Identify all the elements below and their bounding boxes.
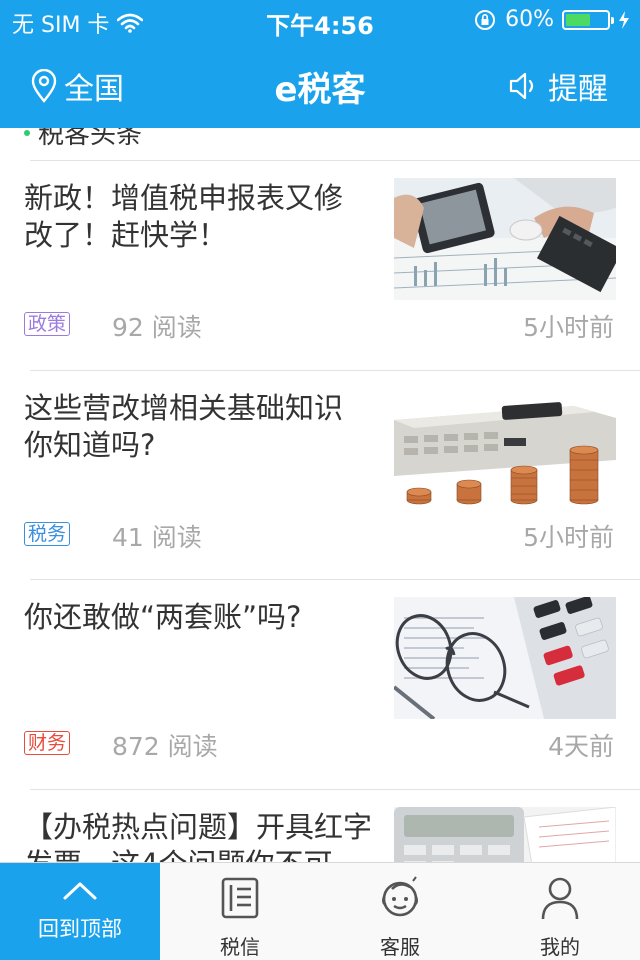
section-dot xyxy=(24,129,30,136)
calculator-coins-image xyxy=(394,388,616,510)
section-title: 税客头条 xyxy=(38,128,143,150)
newspaper-icon xyxy=(221,877,259,919)
tablet-finance-image xyxy=(394,178,616,300)
article-time: 5小时前 xyxy=(523,313,614,342)
article-thumbnail xyxy=(394,807,616,862)
article-item[interactable]: 这些营改增相关基础知识你知道吗? 税务 41 阅读 5小时前 xyxy=(0,370,640,580)
article-tag[interactable]: 财务 xyxy=(24,731,71,755)
article-item[interactable]: 【办税热点问题】开具红字发票，这4个问题你不可 xyxy=(0,789,640,862)
news-feed[interactable]: 税客头条 新政！增值税申报表又修改了！赶快学！ 政策 92 阅读 5小时前 这些… xyxy=(0,128,640,862)
article-read-count: 872 阅读 xyxy=(112,732,218,761)
article-time: 5小时前 xyxy=(523,523,614,552)
article-time: 4天前 xyxy=(548,732,614,761)
remind-button[interactable]: 提醒 xyxy=(508,64,608,108)
article-title: 这些营改增相关基础知识你知道吗? xyxy=(24,391,344,462)
calculator-receipt-image xyxy=(394,807,616,862)
app-title: e税客 xyxy=(274,70,366,110)
article-tag[interactable]: 政策 xyxy=(24,312,71,336)
nav-bar: 全国 e税客 提醒 xyxy=(0,40,640,128)
article-title: 【办税热点问题】开具红字发票，这4个问题你不可 xyxy=(24,810,373,862)
tab-bar: 回到顶部 税信 客服 我的 xyxy=(0,862,640,960)
article-tag[interactable]: 税务 xyxy=(24,522,71,546)
back-to-top-label: 回到顶部 xyxy=(38,917,122,941)
status-right: 60% xyxy=(473,7,630,32)
status-bar: 无 SIM 卡 下午4:56 60% xyxy=(0,0,640,40)
article-thumbnail xyxy=(394,597,616,719)
charging-icon xyxy=(619,10,629,29)
chevron-up-icon xyxy=(63,882,97,900)
battery-fill xyxy=(566,13,590,26)
section-header: 税客头条 xyxy=(24,128,142,151)
article-title: 新政！增值税申报表又修改了！赶快学！ xyxy=(24,181,344,252)
tab-kefu[interactable]: 客服 xyxy=(320,863,480,960)
glasses-calculator-image xyxy=(394,597,616,719)
tab-mine[interactable]: 我的 xyxy=(480,863,640,960)
tab-kefu-label: 客服 xyxy=(380,935,420,959)
tab-shuixin[interactable]: 税信 xyxy=(160,863,320,960)
article-thumbnail xyxy=(394,388,616,510)
article-item[interactable]: 你还敢做“两套账”吗? 财务 872 阅读 4天前 xyxy=(0,579,640,789)
speaker-icon xyxy=(509,72,534,100)
location-pin-icon xyxy=(31,69,57,103)
battery-percent: 60% xyxy=(505,7,554,32)
location-label: 全国 xyxy=(64,72,124,107)
user-icon xyxy=(541,877,579,920)
tab-shuixin-label: 税信 xyxy=(220,935,260,959)
remind-label: 提醒 xyxy=(548,72,608,107)
location-button[interactable]: 全国 xyxy=(30,64,124,108)
back-to-top-button[interactable]: 回到顶部 xyxy=(0,863,160,960)
battery-icon xyxy=(562,9,614,30)
customer-service-icon xyxy=(382,876,418,917)
article-thumbnail xyxy=(394,178,616,300)
tab-mine-label: 我的 xyxy=(540,935,580,959)
rotation-lock-icon xyxy=(475,9,496,30)
article-item[interactable]: 新政！增值税申报表又修改了！赶快学！ 政策 92 阅读 5小时前 xyxy=(0,160,640,370)
article-read-count: 92 阅读 xyxy=(112,313,202,342)
article-read-count: 41 阅读 xyxy=(112,523,202,552)
article-title: 你还敢做“两套账”吗? xyxy=(24,600,302,634)
